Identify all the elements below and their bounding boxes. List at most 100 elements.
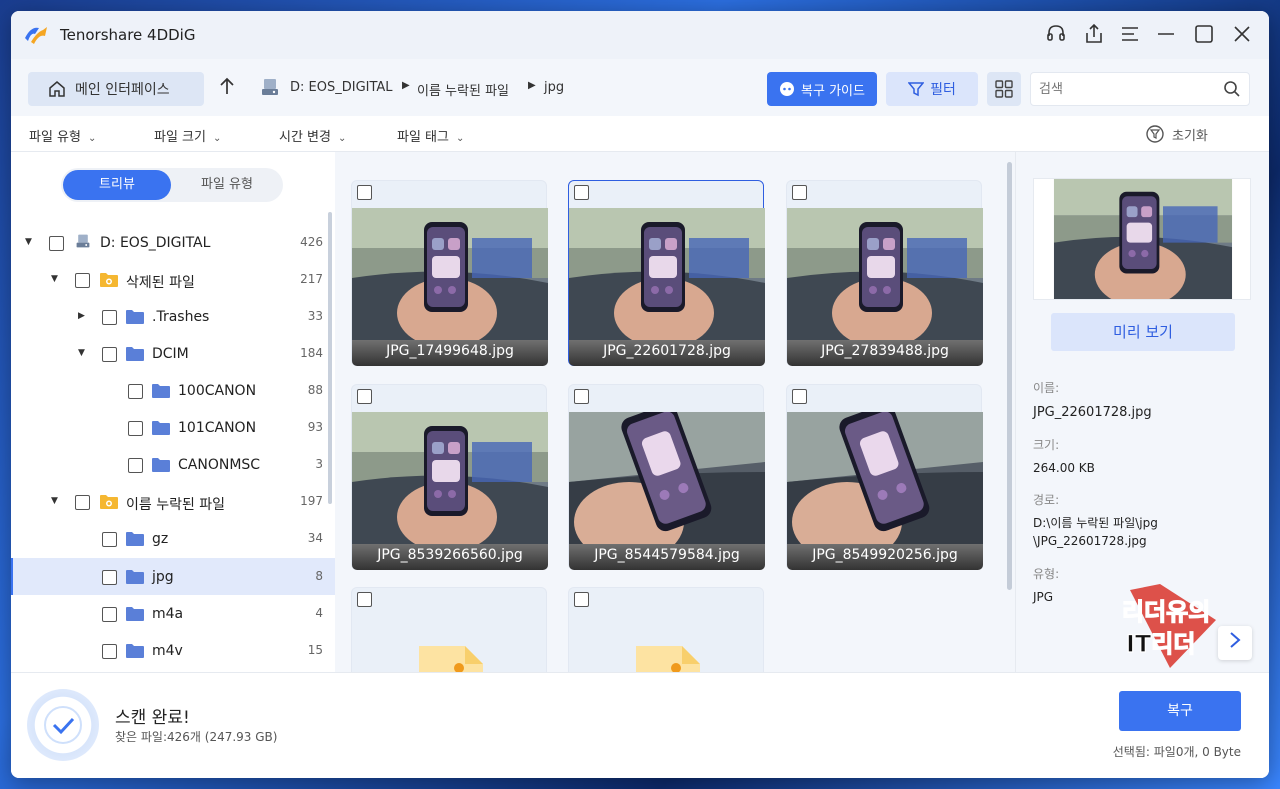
minimize-icon[interactable] bbox=[1154, 23, 1178, 47]
selection-summary: 선택됨: 파일0개, 0 Byte bbox=[1112, 745, 1241, 759]
scan-status-subtitle: 찾은 파일:426개 (247.93 GB) bbox=[115, 730, 278, 744]
checkbox[interactable] bbox=[102, 570, 117, 585]
grid-scrollbar[interactable] bbox=[1007, 162, 1012, 590]
tree-item-gz[interactable]: gz 34 bbox=[11, 520, 335, 557]
folder-icon bbox=[151, 420, 171, 436]
tree-label: 이름 누락된 파일 bbox=[126, 497, 226, 513]
checkbox[interactable] bbox=[357, 185, 372, 200]
checkbox[interactable] bbox=[357, 389, 372, 404]
file-name: JPG_22601728.jpg bbox=[569, 340, 765, 366]
breadcrumb-separator: ▶ bbox=[528, 80, 536, 91]
home-button[interactable]: 메인 인터페이스 bbox=[28, 72, 204, 106]
expand-arrow-icon[interactable]: ▼ bbox=[78, 348, 85, 358]
up-arrow-icon[interactable] bbox=[219, 77, 235, 100]
tree-item-canonmsc[interactable]: CANONMSC 3 bbox=[11, 446, 335, 483]
checkbox[interactable] bbox=[102, 607, 117, 622]
checkbox[interactable] bbox=[102, 532, 117, 547]
support-headset-icon[interactable] bbox=[1044, 23, 1068, 47]
checkbox[interactable] bbox=[128, 384, 143, 399]
tree-item-drive[interactable]: ▼ D: EOS_DIGITAL 426 bbox=[11, 224, 335, 261]
checkbox[interactable] bbox=[792, 389, 807, 404]
checkbox[interactable] bbox=[574, 389, 589, 404]
expand-arrow-icon[interactable]: ▶ bbox=[78, 311, 85, 321]
expand-arrow-icon[interactable]: ▼ bbox=[51, 274, 58, 284]
size-label: 크기: bbox=[1033, 438, 1060, 452]
file-thumbnail bbox=[787, 208, 983, 340]
tree-item-m4v[interactable]: m4v 15 bbox=[11, 632, 335, 669]
tree-count: 93 bbox=[307, 420, 323, 434]
file-card[interactable]: JPG_8539266560.jpg bbox=[351, 384, 548, 570]
checkbox[interactable] bbox=[128, 421, 143, 436]
checkbox[interactable] bbox=[102, 310, 117, 325]
checkbox[interactable] bbox=[75, 273, 90, 288]
path-label: 경로: bbox=[1033, 493, 1060, 507]
share-icon[interactable] bbox=[1082, 23, 1106, 47]
file-thumbnail bbox=[569, 412, 765, 544]
tree-item-dcim[interactable]: ▼ DCIM 184 bbox=[11, 335, 335, 372]
file-thumbnail bbox=[352, 208, 548, 340]
checkbox[interactable] bbox=[102, 644, 117, 659]
file-card[interactable]: JPG_8544579584.jpg bbox=[568, 384, 765, 570]
tree-item-jpg[interactable]: jpg 8 bbox=[11, 558, 335, 595]
tree-item-trashes[interactable]: ▶ .Trashes 33 bbox=[11, 298, 335, 335]
breadcrumb-current[interactable]: jpg bbox=[544, 80, 564, 95]
checkbox[interactable] bbox=[75, 495, 90, 510]
next-file-button[interactable] bbox=[1218, 626, 1252, 660]
maximize-icon[interactable] bbox=[1192, 23, 1216, 47]
close-icon[interactable] bbox=[1230, 23, 1254, 47]
name-value: JPG_22601728.jpg bbox=[1033, 405, 1152, 420]
tree-item-deleted-files[interactable]: ▼ 삭제된 파일 217 bbox=[11, 261, 335, 298]
recover-button[interactable]: 복구 bbox=[1119, 691, 1241, 731]
tab-tree-view[interactable]: 트리뷰 bbox=[63, 170, 171, 200]
checkbox[interactable] bbox=[574, 592, 589, 607]
tree-label: CANONMSC bbox=[178, 457, 261, 473]
tree-item-unnamed-files[interactable]: ▼ 이름 누락된 파일 197 bbox=[11, 483, 335, 520]
checkbox[interactable] bbox=[102, 347, 117, 362]
file-name: JPG_8544579584.jpg bbox=[569, 544, 765, 570]
folder-icon bbox=[125, 606, 145, 622]
recovery-guide-button[interactable]: 복구 가이드 bbox=[767, 72, 877, 106]
tree-count: 184 bbox=[300, 346, 323, 360]
file-card[interactable]: JPG_17499648.jpg bbox=[351, 180, 548, 366]
expand-arrow-icon[interactable]: ▼ bbox=[25, 237, 32, 247]
file-card[interactable] bbox=[568, 587, 764, 672]
grid-view-button[interactable] bbox=[987, 72, 1021, 106]
checkbox[interactable] bbox=[128, 458, 143, 473]
tab-file-type[interactable]: 파일 유형 bbox=[173, 170, 281, 200]
checkbox[interactable] bbox=[49, 236, 64, 251]
filter-file-tag[interactable]: 파일 태그 ⌄ bbox=[397, 126, 464, 145]
filter-file-size[interactable]: 파일 크기 ⌄ bbox=[154, 126, 221, 145]
file-card[interactable]: JPG_8549920256.jpg bbox=[786, 384, 983, 570]
search-input[interactable] bbox=[1039, 79, 1219, 99]
tree-item-m4a[interactable]: m4a 4 bbox=[11, 595, 335, 632]
checkbox[interactable] bbox=[574, 185, 589, 200]
menu-icon[interactable] bbox=[1118, 23, 1142, 47]
tree-label: 100CANON bbox=[178, 383, 257, 399]
file-card[interactable]: JPG_22601728.jpg bbox=[568, 180, 765, 366]
chevron-down-icon: ⌄ bbox=[87, 133, 97, 144]
checkbox[interactable] bbox=[792, 185, 807, 200]
sidebar-scrollbar[interactable] bbox=[328, 212, 332, 504]
funnel-icon bbox=[908, 82, 925, 97]
expand-arrow-icon[interactable]: ▼ bbox=[51, 496, 58, 506]
reset-filter-icon bbox=[1146, 125, 1164, 143]
tree-item-100canon[interactable]: 100CANON 88 bbox=[11, 372, 335, 409]
filter-label: 파일 유형 bbox=[29, 130, 81, 145]
filter-time-changed[interactable]: 시간 변경 ⌄ bbox=[279, 126, 346, 145]
file-card[interactable] bbox=[351, 587, 547, 672]
reset-button[interactable]: 초기화 bbox=[1145, 124, 1208, 144]
filter-label: 파일 크기 bbox=[154, 130, 206, 145]
folder-icon bbox=[125, 643, 145, 659]
filter-button[interactable]: 필터 bbox=[886, 72, 978, 106]
tree-label: DCIM bbox=[152, 346, 189, 362]
breadcrumb-drive[interactable]: D: EOS_DIGITAL bbox=[290, 80, 393, 95]
tree-label: D: EOS_DIGITAL bbox=[100, 235, 211, 251]
tree-item-101canon[interactable]: 101CANON 93 bbox=[11, 409, 335, 446]
breadcrumb-folder[interactable]: 이름 누락된 파일 bbox=[417, 80, 509, 99]
preview-button[interactable]: 미리 보기 bbox=[1051, 313, 1235, 351]
tree-count: 8 bbox=[315, 569, 323, 583]
file-card[interactable]: JPG_27839488.jpg bbox=[786, 180, 983, 366]
search-icon[interactable] bbox=[1223, 80, 1241, 98]
checkbox[interactable] bbox=[357, 592, 372, 607]
filter-file-type[interactable]: 파일 유형 ⌄ bbox=[29, 126, 96, 145]
